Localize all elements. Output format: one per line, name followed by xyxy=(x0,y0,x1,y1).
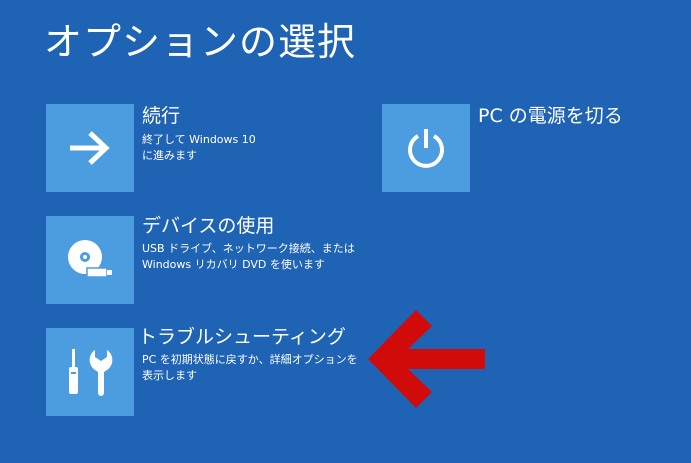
troubleshoot-option[interactable]: トラブルシューティング PC を初期状態に戻すか、詳細オプションを 表示します xyxy=(46,326,366,418)
troubleshoot-desc-line1: PC を初期状態に戻すか、詳細オプションを xyxy=(142,353,358,366)
disc-drive-icon xyxy=(68,240,112,278)
troubleshoot-title: トラブルシューティング xyxy=(138,326,346,348)
power-off-tile[interactable] xyxy=(382,104,470,192)
use-device-desc-line1: USB ドライブ、ネットワーク接続、または xyxy=(142,242,355,255)
use-device-title: デバイスの使用 xyxy=(142,215,275,237)
troubleshoot-description: PC を初期状態に戻すか、詳細オプションを 表示します xyxy=(142,352,372,384)
use-device-desc-line2: Windows リカバリ DVD を使います xyxy=(142,258,325,271)
continue-option[interactable]: 続行 終了して Windows 10 に進みます xyxy=(46,104,346,194)
use-device-option[interactable]: デバイスの使用 USB ドライブ、ネットワーク接続、または Windows リカ… xyxy=(46,215,366,306)
continue-title: 続行 xyxy=(142,105,181,127)
tools-icon xyxy=(69,349,113,396)
power-icon xyxy=(408,129,444,168)
right-arrow-icon xyxy=(70,131,110,165)
continue-desc-line1: 終了して Windows 10 xyxy=(142,133,256,146)
power-off-option[interactable]: PC の電源を切る xyxy=(382,104,642,194)
use-device-description: USB ドライブ、ネットワーク接続、または Windows リカバリ DVD を… xyxy=(142,241,372,273)
continue-tile[interactable] xyxy=(46,104,134,192)
page-title: オプションの選択 xyxy=(44,20,357,64)
continue-description: 終了して Windows 10 に進みます xyxy=(142,132,362,164)
recovery-options-screen: オプションの選択 続行 終了して Windows 10 に進みます PC の電源… xyxy=(0,0,691,463)
troubleshoot-tile[interactable] xyxy=(46,328,134,416)
continue-desc-line2: に進みます xyxy=(142,149,197,162)
troubleshoot-desc-line2: 表示します xyxy=(142,369,197,382)
power-off-title: PC の電源を切る xyxy=(478,105,623,127)
pointer-arrow-icon xyxy=(368,310,485,408)
use-device-tile[interactable] xyxy=(46,216,134,304)
